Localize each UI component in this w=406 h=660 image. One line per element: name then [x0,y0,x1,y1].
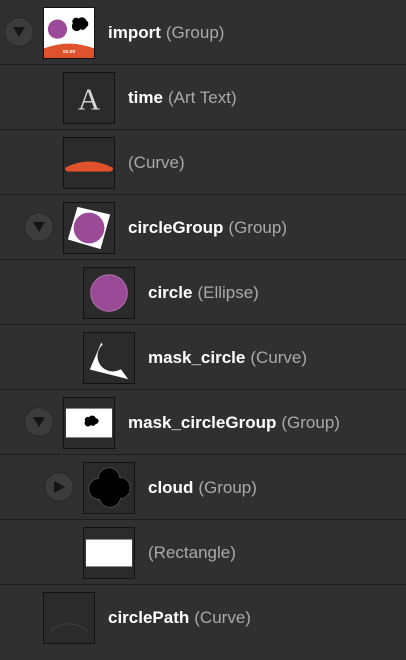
layer-name: circle [148,282,193,302]
layer-name: mask_circleGroup [128,412,277,432]
layer-row-mask-circle[interactable]: mask_circle (Curve) [0,325,406,390]
layer-label: circle (Ellipse) [148,260,259,325]
layer-name: time [128,87,163,107]
layer-label: time (Art Text) [128,65,237,130]
circle-path-thumbnail [43,592,95,644]
expand-triangle-icon[interactable] [24,407,54,437]
layer-type: (Ellipse) [197,282,259,302]
layer-name: cloud [148,477,194,497]
layer-type: (Rectangle) [148,542,236,562]
layer-type: (Group) [198,477,257,497]
layer-label: (Curve) [128,130,185,195]
circle-group-thumbnail [63,202,115,254]
layer-type: (Art Text) [167,87,237,107]
import-thumbnail: 00:00 [43,7,95,59]
layer-name: circleGroup [128,217,224,237]
layer-type: (Curve) [194,607,251,627]
layers-panel: 00:00 import (Group) A time (Art Text) (… [0,0,406,660]
layer-row-circlegroup[interactable]: circleGroup (Group) [0,195,406,260]
layer-type: (Group) [281,412,340,432]
layer-label: circlePath (Curve) [108,585,251,650]
collapsed-triangle-icon[interactable] [44,472,74,502]
layer-type: (Curve) [128,152,185,172]
layer-row-rectangle[interactable]: (Rectangle) [0,520,406,585]
layer-name: import [108,22,161,42]
white-rectangle-thumbnail [83,527,135,579]
layer-row-mask-circlegroup[interactable]: mask_circleGroup (Group) [0,390,406,455]
expand-triangle-icon[interactable] [24,212,54,242]
layer-type: (Curve) [250,347,308,367]
layer-type: (Group) [165,22,225,42]
cloud-thumbnail [83,462,135,514]
layer-row-circle[interactable]: circle (Ellipse) [0,260,406,325]
purple-circle-thumbnail [83,267,135,319]
layer-type: (Group) [228,217,287,237]
layer-label: import (Group) [108,0,224,65]
art-text-thumbnail: A [63,72,115,124]
expand-triangle-icon[interactable] [4,17,34,47]
layer-row-circlepath[interactable]: circlePath (Curve) [0,585,406,650]
svg-text:00:00: 00:00 [63,49,76,55]
layer-row-curve[interactable]: (Curve) [0,130,406,195]
svg-text:A: A [78,83,100,117]
layer-label: mask_circleGroup (Group) [128,390,340,455]
layer-row-cloud[interactable]: cloud (Group) [0,455,406,520]
layer-label: cloud (Group) [148,455,257,520]
orange-curve-thumbnail [63,137,115,189]
layer-label: (Rectangle) [148,520,236,585]
mask-circle-thumbnail [83,332,135,384]
layer-label: circleGroup (Group) [128,195,287,260]
mask-circle-group-thumbnail [63,397,115,449]
layer-label: mask_circle (Curve) [148,325,307,390]
layer-row-time[interactable]: A time (Art Text) [0,65,406,130]
layer-name: mask_circle [148,347,246,367]
layer-name: circlePath [108,607,190,627]
layer-row-import[interactable]: 00:00 import (Group) [0,0,406,65]
